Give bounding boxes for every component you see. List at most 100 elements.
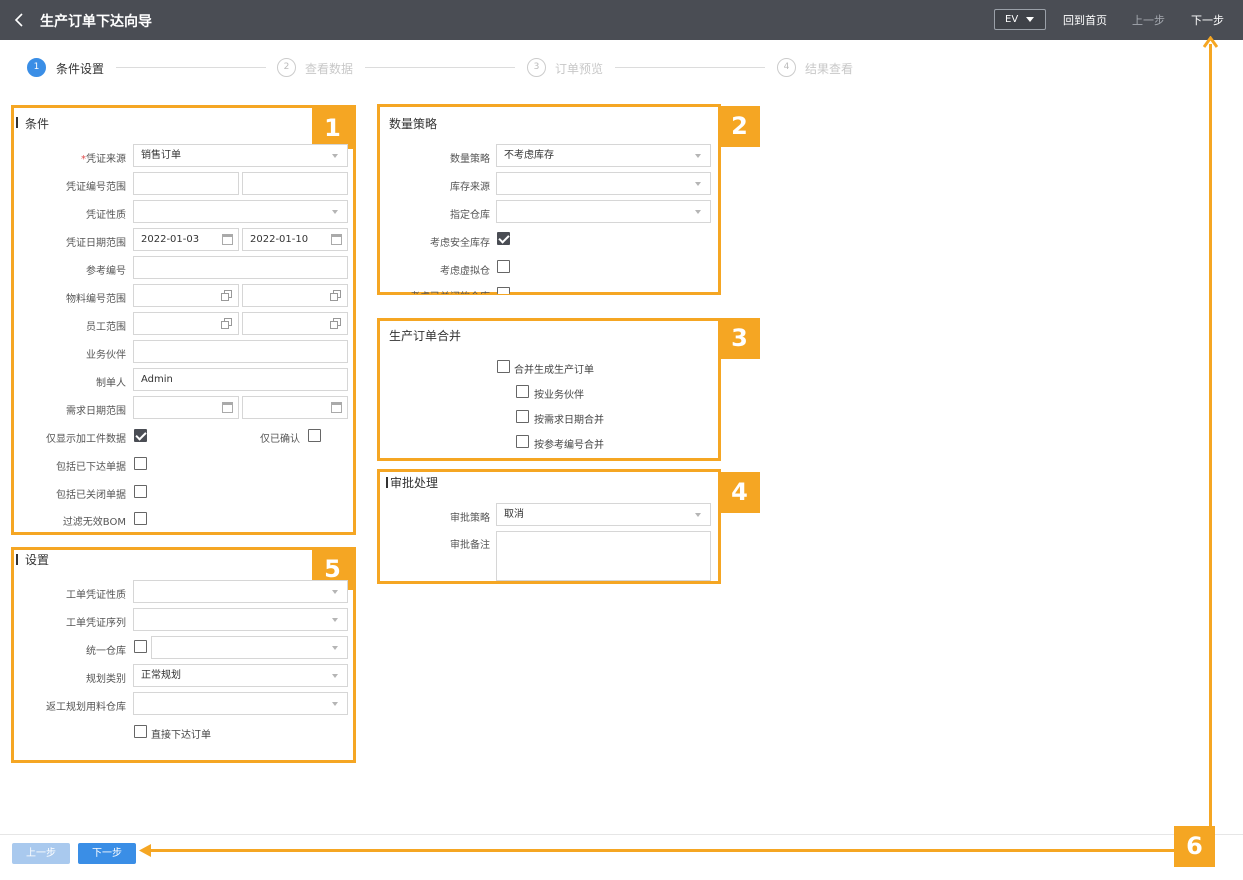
stock-source-select[interactable]: [496, 172, 711, 195]
footer-divider: [0, 834, 1243, 835]
filter-bom-label: 过滤无效BOM: [62, 517, 126, 528]
chevron-down-icon: [695, 182, 701, 186]
closed-wh-checkbox[interactable]: [497, 287, 510, 294]
step-3-number: 3: [527, 58, 546, 77]
copy-icon[interactable]: [330, 290, 341, 301]
by-date-label: 按需求日期合并: [534, 415, 604, 426]
step-3-label: 订单预览: [555, 62, 604, 76]
item-to-input[interactable]: [242, 284, 348, 307]
include-released-checkbox[interactable]: [134, 457, 147, 470]
approval-strategy-select[interactable]: 取消: [496, 503, 711, 526]
page-title: 生产订单下达向导: [40, 14, 152, 30]
employee-to-input[interactable]: [242, 312, 348, 335]
home-link[interactable]: 回到首页: [1063, 12, 1107, 28]
creator-label: 制单人: [96, 378, 126, 389]
include-released-label: 包括已下达单据: [56, 462, 126, 473]
footer-prev-button[interactable]: 上一步: [12, 843, 70, 864]
unified-wh-select[interactable]: [151, 636, 348, 659]
wo-nature-label: 工单凭证性质: [66, 590, 126, 601]
filter-bom-checkbox[interactable]: [134, 512, 147, 525]
wo-series-label: 工单凭证序列: [66, 618, 126, 629]
callout-arrow-vertical: [1209, 44, 1212, 826]
doc-nature-label: 凭证性质: [86, 210, 126, 221]
header-prev-button[interactable]: 上一步: [1132, 12, 1165, 28]
partner-input[interactable]: [133, 340, 348, 363]
by-partner-checkbox[interactable]: [516, 385, 529, 398]
step-connector: [365, 67, 515, 68]
copy-icon[interactable]: [221, 290, 232, 301]
wo-nature-select[interactable]: [133, 580, 348, 603]
doc-nature-select[interactable]: [133, 200, 348, 223]
back-arrow-icon[interactable]: [12, 11, 28, 29]
section-marker: [386, 477, 388, 488]
doc-date-to-input[interactable]: 2022-01-10: [242, 228, 348, 251]
unified-wh-label: 统一仓库: [86, 646, 126, 657]
doc-no-from-input[interactable]: [133, 172, 239, 195]
source-select[interactable]: 销售订单: [133, 144, 348, 167]
item-from-input[interactable]: [133, 284, 239, 307]
plan-type-label: 规划类别: [86, 674, 126, 685]
source-label: *凭证来源: [81, 154, 126, 165]
by-partner-label: 按业务伙伴: [534, 390, 584, 401]
chevron-down-icon: [695, 210, 701, 214]
warehouse-label: 指定仓库: [450, 210, 490, 221]
plan-type-select[interactable]: 正常规划: [133, 664, 348, 687]
quantity-strategy-select[interactable]: 不考虑库存: [496, 144, 711, 167]
step-connector: [615, 67, 765, 68]
safety-stock-checkbox[interactable]: [497, 232, 510, 245]
approval-remark-label: 审批备注: [450, 540, 490, 551]
by-ref-label: 按参考编号合并: [534, 440, 604, 451]
partner-label: 业务伙伴: [86, 350, 126, 361]
copy-icon[interactable]: [221, 318, 232, 329]
calendar-icon[interactable]: [331, 402, 342, 413]
creator-input[interactable]: Admin: [133, 368, 348, 391]
calendar-icon[interactable]: [222, 402, 233, 413]
copy-icon[interactable]: [330, 318, 341, 329]
calendar-icon[interactable]: [222, 234, 233, 245]
ref-no-label: 参考编号: [86, 266, 126, 277]
include-closed-label: 包括已关闭单据: [56, 490, 126, 501]
top-bar: 生产订单下达向导 EV 回到首页 上一步 下一步: [0, 0, 1243, 40]
only-extra-checkbox[interactable]: [134, 429, 147, 442]
ref-no-input[interactable]: [133, 256, 348, 279]
step-1-label: 条件设置: [56, 62, 105, 76]
employee-from-input[interactable]: [133, 312, 239, 335]
settings-title: 设置: [25, 553, 50, 567]
doc-no-label: 凭证编号范围: [66, 182, 126, 193]
approval-remark-textarea[interactable]: [496, 531, 711, 581]
by-date-checkbox[interactable]: [516, 410, 529, 423]
by-ref-checkbox[interactable]: [516, 435, 529, 448]
quantity-title: 数量策略: [389, 117, 438, 131]
merge-orders-checkbox[interactable]: [497, 360, 510, 373]
rework-wh-select[interactable]: [133, 692, 348, 715]
req-date-to-input[interactable]: [242, 396, 348, 419]
date-from-value: 2022-01-03: [141, 234, 200, 245]
doc-no-to-input[interactable]: [242, 172, 348, 195]
step-2-number: 2: [277, 58, 296, 77]
step-4-label: 结果查看: [805, 62, 854, 76]
doc-date-from-input[interactable]: 2022-01-03: [133, 228, 239, 251]
source-value: 销售订单: [141, 150, 181, 161]
direct-release-checkbox[interactable]: [134, 725, 147, 738]
unified-wh-checkbox[interactable]: [134, 640, 147, 653]
closed-wh-label: 考虑已关闭的仓库: [390, 288, 490, 294]
include-closed-checkbox[interactable]: [134, 485, 147, 498]
merge-title: 生产订单合并: [389, 329, 462, 343]
only-extra-label: 仅显示加工件数据: [46, 434, 126, 445]
language-select[interactable]: EV: [994, 9, 1046, 30]
only-confirmed-checkbox[interactable]: [308, 429, 321, 442]
virtual-wh-checkbox[interactable]: [497, 260, 510, 273]
wo-series-select[interactable]: [133, 608, 348, 631]
stock-source-label: 库存来源: [450, 182, 490, 193]
req-date-from-input[interactable]: [133, 396, 239, 419]
chevron-down-icon: [332, 674, 338, 678]
callout-badge-6: 6: [1174, 826, 1215, 867]
callout-badge-2: 2: [719, 106, 760, 147]
chevron-down-icon: [695, 513, 701, 517]
header-next-button[interactable]: 下一步: [1191, 12, 1224, 28]
warehouse-select[interactable]: [496, 200, 711, 223]
item-range-label: 物料编号范围: [66, 294, 126, 305]
approval-strategy-value: 取消: [504, 509, 524, 520]
calendar-icon[interactable]: [331, 234, 342, 245]
footer-next-button[interactable]: 下一步: [78, 843, 136, 864]
